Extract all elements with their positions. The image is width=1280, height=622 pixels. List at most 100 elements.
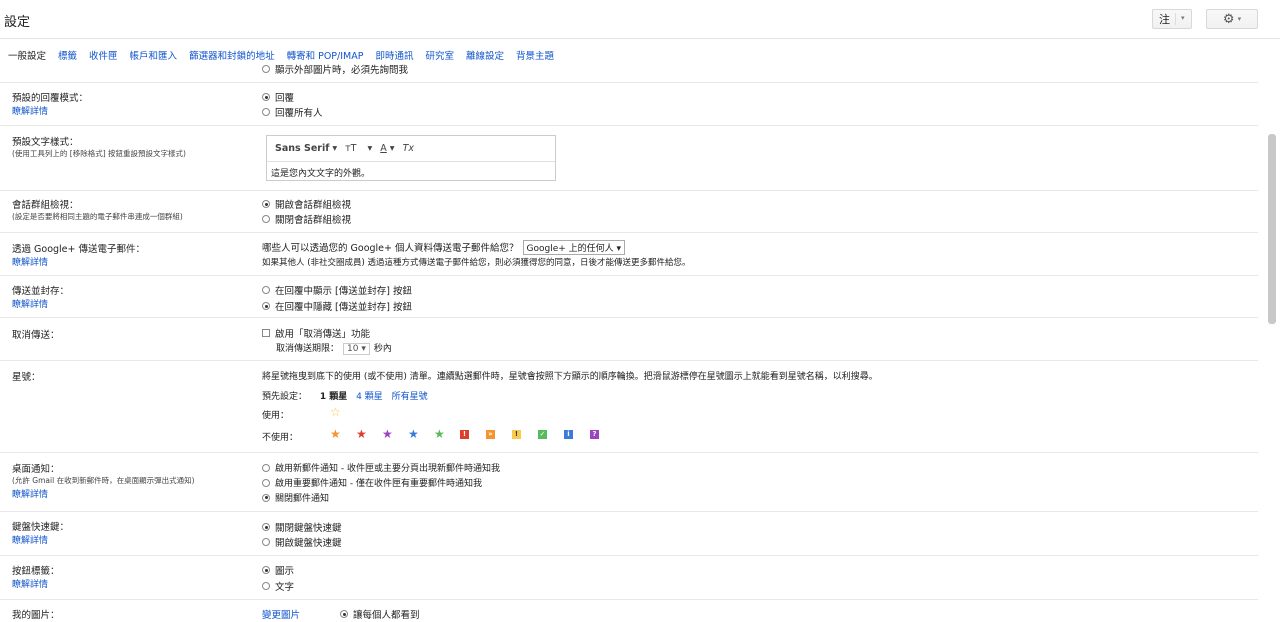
question-text: 哪些人可以透過您的 Google+ 個人資料傳送電子郵件給您？ — [262, 243, 519, 254]
radio-picture-everyone[interactable]: 讓每個人都看到 — [340, 607, 420, 621]
setting-label: 我的圖片： — [12, 610, 60, 621]
learn-more-link[interactable]: 瞭解詳情 — [12, 255, 48, 268]
setting-description: (使用工具列上的 [移除格式] 按鈕重設預設文字樣式) — [12, 149, 186, 158]
select-value: 10 — [347, 344, 359, 354]
setting-description: (允許 Gmail 在收到新郵件時，在桌面顯示彈出式通知) — [12, 476, 195, 485]
radio-button[interactable] — [262, 200, 270, 208]
option-label: 開啟會話群組檢視 — [275, 200, 352, 211]
font-family-select[interactable]: Sans Serif ▾ — [275, 143, 337, 154]
radio-button[interactable] — [262, 215, 270, 223]
gplus-select[interactable]: Google+ 上的任何人 ▾ — [522, 240, 626, 255]
radio-button[interactable] — [262, 523, 270, 531]
title-bar: 設定 注 ▾ ⚙ ▾ — [0, 0, 1280, 39]
radio-send-archive-show[interactable]: 在回覆中顯示 [傳送並封存] 按鈕 — [262, 283, 412, 297]
settings-gear-button[interactable]: ⚙ ▾ — [1206, 9, 1258, 29]
text-color-icon[interactable]: A ▾ — [380, 143, 394, 154]
radio-notify-off[interactable]: 關閉郵件通知 — [262, 491, 329, 504]
option-label: 啟用新郵件通知 - 收件匣或主要分頁出現新郵件時通知我 — [275, 464, 500, 474]
preset-1-star[interactable]: 1 顆星 — [320, 392, 347, 402]
setting-row-gplus: 透過 Google+ 傳送電子郵件： 瞭解詳情 哪些人可以透過您的 Google… — [0, 233, 1258, 276]
purple-star-icon[interactable]: ★ — [382, 427, 408, 441]
divider — [1175, 13, 1176, 25]
purple-question-icon[interactable]: ? — [590, 429, 599, 439]
option-label: 在回覆中顯示 [傳送並封存] 按鈕 — [275, 286, 412, 297]
setting-label: 預設的回覆模式： — [12, 93, 89, 104]
change-picture-link[interactable]: 變更圖片 — [262, 607, 300, 621]
yellow-star-icon[interactable]: ☆ — [330, 405, 356, 419]
radio-button[interactable] — [262, 538, 270, 546]
change-picture-text[interactable]: 變更圖片 — [262, 610, 300, 621]
preset-4-stars-link[interactable]: 4 顆星 — [356, 392, 383, 402]
learn-more-link[interactable]: 瞭解詳情 — [12, 297, 48, 310]
chevron-down-icon[interactable]: ▾ — [1181, 14, 1185, 22]
select-value: Google+ 上的任何人 — [526, 244, 614, 254]
radio-reply-all[interactable]: 回覆所有人 — [262, 105, 323, 119]
text-style-editor: Sans Serif ▾ ᴛT ▾ A ▾ Tx 這是您內文文字的外觀。 — [266, 135, 556, 181]
input-tools-button[interactable]: 注 ▾ — [1152, 9, 1192, 29]
font-name: Sans Serif — [275, 143, 330, 154]
radio-notify-new[interactable]: 啟用新郵件通知 - 收件匣或主要分頁出現新郵件時通知我 — [262, 461, 500, 474]
radio-conversation-off[interactable]: 關閉會話群組檢視 — [262, 212, 351, 226]
radio-button[interactable] — [262, 582, 270, 590]
setting-row-shortcuts: 鍵盤快速鍵： 瞭解詳情 關閉鍵盤快速鍵 開啟鍵盤快速鍵 — [0, 512, 1258, 556]
radio-shortcuts-off[interactable]: 關閉鍵盤快速鍵 — [262, 520, 342, 534]
green-star-icon[interactable]: ★ — [434, 427, 460, 441]
setting-label: 取消傳送： — [12, 330, 60, 341]
radio-button[interactable] — [262, 493, 270, 502]
yellow-bang-icon[interactable]: ! — [512, 429, 521, 439]
option-label: 啟用重要郵件通知 - 僅在收件匣有重要郵件時通知我 — [275, 479, 482, 489]
option-label: 啟用「取消傳送」功能 — [275, 329, 371, 340]
setting-label: 會話群組檢視： — [12, 200, 79, 211]
orange-star-icon[interactable]: ★ — [330, 427, 356, 441]
stars-presets: 預先設定： 1 顆星 4 顆星 所有星號 — [262, 389, 428, 402]
scrollbar-thumb[interactable] — [1268, 134, 1276, 324]
radio-labels-icons[interactable]: 圖示 — [262, 563, 294, 577]
period-unit: 秒內 — [373, 344, 392, 354]
radio-notify-important[interactable]: 啟用重要郵件通知 - 僅在收件匣有重要郵件時通知我 — [262, 476, 482, 489]
sample-text: 這是您內文文字的外觀。 — [271, 169, 371, 179]
radio-button[interactable] — [340, 610, 348, 618]
checkbox[interactable] — [262, 329, 270, 337]
green-check-icon[interactable]: ✓ — [538, 429, 547, 439]
learn-more-link[interactable]: 瞭解詳情 — [12, 104, 48, 117]
learn-more-link[interactable]: 瞭解詳情 — [12, 533, 48, 546]
stars-not-in-use: ★ ★ ★ ★ ★ ! » ! ✓ i ? — [330, 427, 616, 441]
red-bang-icon[interactable]: ! — [460, 429, 469, 439]
preset-all-stars-link[interactable]: 所有星號 — [392, 392, 428, 402]
clear-formatting-icon[interactable]: Tx — [403, 143, 414, 154]
setting-row-send-archive: 傳送並封存： 瞭解詳情 在回覆中顯示 [傳送並封存] 按鈕 在回覆中隱藏 [傳送… — [0, 276, 1258, 318]
radio-button[interactable] — [262, 463, 270, 472]
setting-description: (設定是否要將相同主題的電子郵件串連成一個群組) — [12, 212, 183, 221]
radio-labels-text[interactable]: 文字 — [262, 579, 294, 593]
setting-row-text-style: 預設文字樣式： (使用工具列上的 [移除格式] 按鈕重設預設文字樣式) — [0, 126, 1258, 191]
not-in-use-label: 不使用： — [262, 433, 299, 443]
radio-button[interactable] — [262, 93, 270, 101]
setting-row-reply: 預設的回覆模式： 瞭解詳情 回覆 回覆所有人 — [0, 83, 1258, 126]
checkbox-undo-send[interactable]: 啟用「取消傳送」功能 — [262, 326, 370, 340]
font-size-icon[interactable]: ᴛT ▾ — [345, 143, 372, 154]
learn-more-link[interactable]: 瞭解詳情 — [12, 577, 48, 590]
option-label: 文字 — [275, 582, 295, 593]
option-label: 圖示 — [275, 566, 295, 577]
radio-conversation-on[interactable]: 開啟會話群組檢視 — [262, 197, 351, 211]
radio-button[interactable] — [262, 65, 270, 73]
radio-button[interactable] — [262, 108, 270, 116]
presets-label: 預先設定： — [262, 392, 308, 402]
radio-send-archive-hide[interactable]: 在回覆中隱藏 [傳送並封存] 按鈕 — [262, 299, 412, 313]
radio-shortcuts-on[interactable]: 開啟鍵盤快速鍵 — [262, 535, 342, 549]
blue-info-icon[interactable]: i — [564, 429, 573, 439]
radio-button[interactable] — [262, 566, 270, 574]
learn-more-link[interactable]: 瞭解詳情 — [12, 487, 48, 500]
blue-star-icon[interactable]: ★ — [408, 427, 434, 441]
orange-guillemet-icon[interactable]: » — [486, 429, 495, 439]
radio-reply[interactable]: 回覆 — [262, 90, 294, 104]
setting-row-conversation: 會話群組檢視： (設定是否要將相同主題的電子郵件串連成一個群組) 開啟會話群組檢… — [0, 191, 1258, 233]
red-star-icon[interactable]: ★ — [356, 427, 382, 441]
radio-button[interactable] — [262, 302, 270, 310]
undo-period-select[interactable]: 10 ▾ — [343, 343, 370, 355]
radio-button[interactable] — [262, 478, 270, 487]
radio-button[interactable] — [262, 286, 270, 294]
radio-ask-images[interactable]: 顯示外部圖片時，必須先詢問我 — [262, 62, 408, 76]
chevron-down-icon: ▾ — [1237, 15, 1242, 23]
setting-label: 桌面通知： — [12, 464, 60, 475]
